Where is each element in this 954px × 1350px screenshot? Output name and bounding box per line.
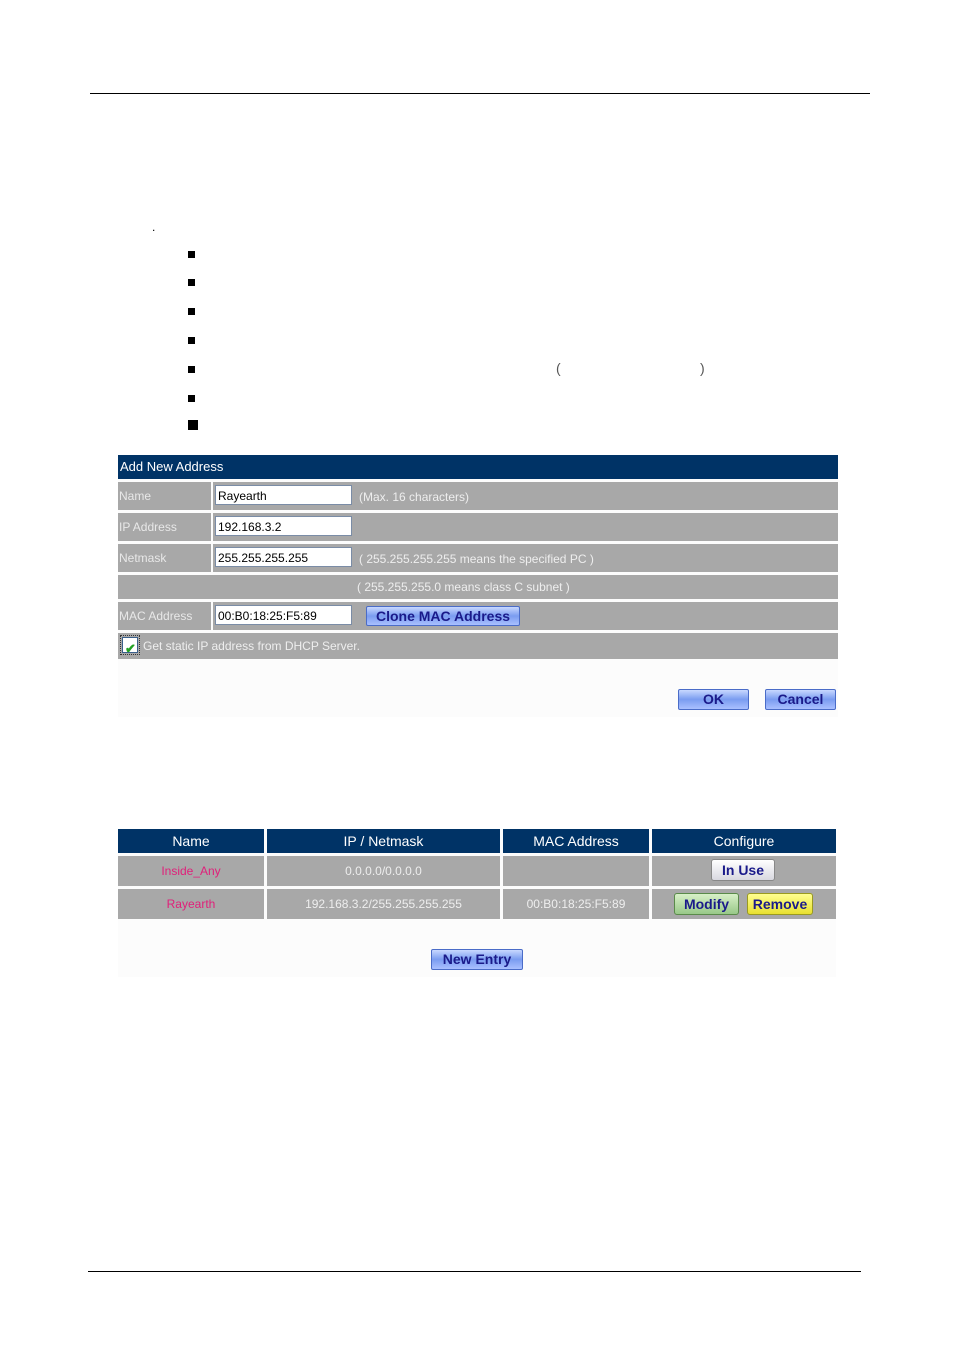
column-header-mac: MAC Address: [503, 829, 649, 853]
page-footer-rule: [88, 1271, 861, 1272]
ok-button[interactable]: OK: [678, 689, 749, 710]
table-row-name[interactable]: Inside_Any: [118, 856, 264, 886]
modify-button[interactable]: Modify: [674, 893, 739, 915]
netmask-hint: ( 255.255.255.255 means the specified PC…: [359, 552, 594, 566]
table-row-ip-netmask: 192.168.3.2/255.255.255.255: [267, 889, 500, 919]
table-row-name[interactable]: Rayearth: [118, 889, 264, 919]
page-header-rule: [90, 93, 870, 94]
bullet-icon: [188, 251, 195, 258]
table-row-mac: [503, 856, 649, 886]
cancel-button[interactable]: Cancel: [765, 689, 836, 710]
bullet-icon: [188, 308, 195, 315]
bullet-icon: [188, 366, 195, 373]
table-row-ip-netmask: 0.0.0.0/0.0.0.0: [267, 856, 500, 886]
bullet-icon: [188, 279, 195, 286]
in-use-button[interactable]: In Use: [711, 859, 775, 881]
clone-mac-button[interactable]: Clone MAC Address: [366, 606, 520, 626]
paren-open: (: [556, 360, 561, 376]
dhcp-row: ✔ Get static IP address from DHCP Server…: [118, 633, 838, 659]
mac-label: MAC Address: [118, 602, 211, 630]
column-header-configure: Configure: [652, 829, 836, 853]
table-row-configure: In Use: [652, 856, 836, 886]
check-icon: ✔: [125, 641, 136, 656]
remove-button[interactable]: Remove: [747, 893, 813, 915]
paren-close: ): [700, 360, 705, 376]
column-header-name: Name: [118, 829, 264, 853]
netmask-row: Netmask 255.255.255.255 ( 255.255.255.25…: [118, 544, 838, 572]
form-title: Add New Address: [118, 455, 838, 479]
ip-row: IP Address 192.168.3.2: [118, 513, 838, 541]
column-header-ip-netmask: IP / Netmask: [267, 829, 500, 853]
name-row: Name Rayearth (Max. 16 characters): [118, 482, 838, 510]
add-address-panel: Add New Address Name Rayearth (Max. 16 c…: [118, 455, 838, 717]
mac-row: MAC Address 00:B0:18:25:F5:89 Clone MAC …: [118, 602, 838, 630]
mac-input[interactable]: 00:B0:18:25:F5:89: [215, 605, 352, 625]
address-table-panel: Name IP / Netmask MAC Address Configure …: [118, 829, 836, 977]
table-row-configure: Modify Remove: [652, 889, 836, 919]
name-input[interactable]: Rayearth: [215, 485, 352, 505]
ip-input[interactable]: 192.168.3.2: [215, 516, 352, 536]
bullet-icon: [188, 420, 198, 430]
netmask-hint-row: ( 255.255.255.0 means class C subnet ): [118, 575, 838, 599]
bullet-icon: [188, 337, 195, 344]
netmask-input[interactable]: 255.255.255.255: [215, 547, 352, 567]
list-marker: .: [152, 220, 156, 234]
table-row-mac: 00:B0:18:25:F5:89: [503, 889, 649, 919]
new-entry-button[interactable]: New Entry: [431, 949, 523, 970]
ip-label: IP Address: [118, 513, 211, 541]
name-label: Name: [118, 482, 211, 510]
netmask-label: Netmask: [118, 544, 211, 572]
netmask-hint-2: ( 255.255.255.0 means class C subnet ): [357, 580, 570, 594]
bullet-icon: [188, 395, 195, 402]
name-hint: (Max. 16 characters): [359, 490, 470, 504]
dhcp-label: Get static IP address from DHCP Server.: [143, 639, 360, 653]
dhcp-checkbox[interactable]: ✔: [120, 635, 140, 656]
